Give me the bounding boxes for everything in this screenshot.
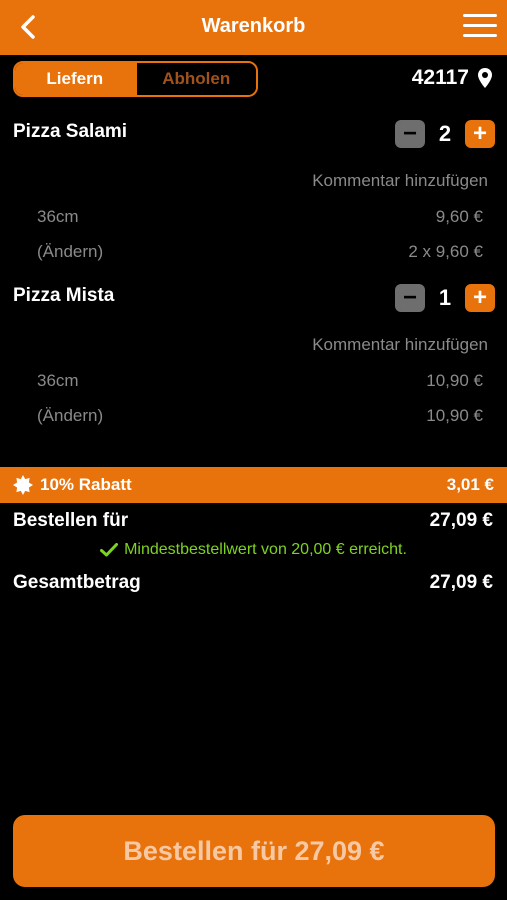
min-order-note: Mindestbestellwert von 20,00 € erreicht. <box>0 541 507 559</box>
quantity-value: 2 <box>438 121 452 146</box>
quantity-value: 1 <box>438 285 452 310</box>
cart-item-name: Pizza Salami <box>13 121 128 142</box>
increase-quantity-button[interactable]: + <box>465 120 495 148</box>
discount-label: 10% Rabatt <box>40 475 132 494</box>
item-total-row: (Ändern) 2 x 9,60 € <box>37 242 483 262</box>
change-item-link[interactable]: (Ändern) <box>37 406 103 426</box>
hamburger-icon-bar <box>463 14 497 17</box>
line-total: 10,90 € <box>426 406 483 425</box>
decrease-quantity-button[interactable]: − <box>395 120 425 148</box>
postal-code: 42117 <box>411 66 469 89</box>
order-for-row: Bestellen für 27,09 € <box>13 510 493 532</box>
line-total: 2 x 9,60 € <box>408 242 483 261</box>
hamburger-icon-bar <box>463 24 497 27</box>
discount-amount: 3,01 € <box>446 475 494 494</box>
place-order-button[interactable]: Bestellen für 27,09 € <box>13 815 495 887</box>
app-header: Warenkorb <box>0 0 507 55</box>
min-order-text: Mindestbestellwert von 20,00 € erreicht. <box>124 541 407 558</box>
add-comment-link[interactable]: Kommentar hinzufügen <box>312 335 488 355</box>
menu-button[interactable] <box>463 14 497 40</box>
size-price: 10,90 € <box>426 371 483 390</box>
quantity-stepper: − 1 + <box>395 284 495 312</box>
location-selector[interactable]: 42117 <box>412 66 493 90</box>
change-item-link[interactable]: (Ändern) <box>37 242 103 262</box>
order-for-amount: 27,09 € <box>429 510 493 531</box>
add-comment-link[interactable]: Kommentar hinzufügen <box>312 171 488 191</box>
cart-item-name: Pizza Mista <box>13 285 115 306</box>
badge-icon <box>13 475 33 495</box>
discount-bar: 10% Rabatt 3,01 € <box>0 467 507 503</box>
grand-total-row: Gesamtbetrag 27,09 € <box>13 572 493 594</box>
map-pin-icon <box>478 68 492 88</box>
grand-total-amount: 27,09 € <box>429 572 493 593</box>
size-price: 9,60 € <box>435 207 483 226</box>
item-total-row: (Ändern) 10,90 € <box>37 406 483 426</box>
size-label: 36cm <box>37 371 79 390</box>
item-option-row: 36cm 9,60 € <box>37 207 483 227</box>
quantity-stepper: − 2 + <box>395 120 495 148</box>
size-label: 36cm <box>37 207 79 226</box>
grand-total-label: Gesamtbetrag <box>13 572 141 593</box>
delivery-mode-toggle: Liefern Abholen <box>13 61 258 97</box>
hamburger-icon-bar <box>463 34 497 37</box>
deliver-option[interactable]: Liefern <box>15 63 135 95</box>
page-title: Warenkorb <box>201 15 306 37</box>
decrease-quantity-button[interactable]: − <box>395 284 425 312</box>
order-for-label: Bestellen für <box>13 510 129 531</box>
checkmark-icon <box>100 543 119 557</box>
pickup-option[interactable]: Abholen <box>134 63 256 95</box>
item-option-row: 36cm 10,90 € <box>37 371 483 391</box>
increase-quantity-button[interactable]: + <box>465 284 495 312</box>
